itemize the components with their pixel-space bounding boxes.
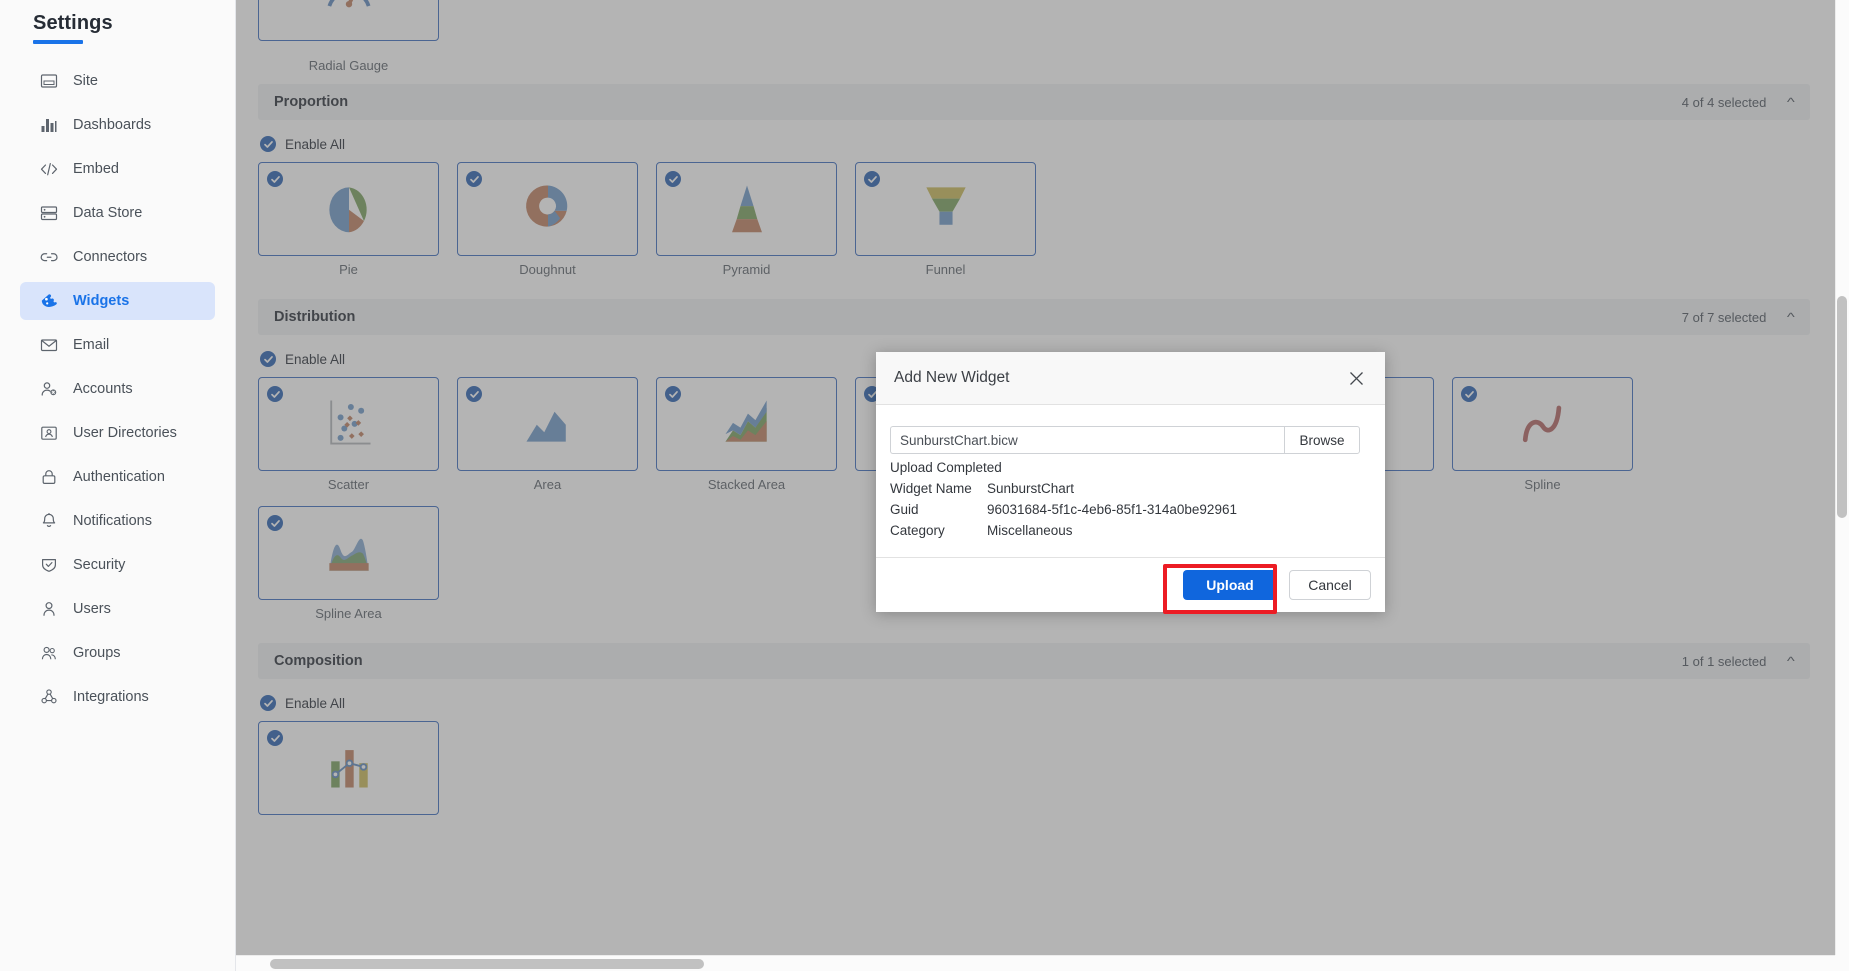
- shield-icon: [38, 556, 60, 574]
- sidebar-item-groups[interactable]: Groups: [20, 634, 215, 672]
- vertical-scrollbar-thumb[interactable]: [1837, 296, 1847, 518]
- sidebar-item-label: User Directories: [73, 425, 177, 441]
- settings-sidebar: Settings Site Dashboards Embed Data Store Co…: [0, 0, 236, 971]
- close-icon[interactable]: [1345, 367, 1367, 389]
- sidebar-item-label: Connectors: [73, 249, 148, 265]
- file-path-input[interactable]: [890, 426, 1284, 454]
- sidebar-item-label: Data Store: [73, 205, 143, 221]
- dialog-title: Add New Widget: [894, 369, 1010, 386]
- sidebar-item-label: Email: [73, 337, 110, 353]
- detail-key: Category: [890, 523, 945, 538]
- sidebar-item-label: Notifications: [73, 513, 152, 529]
- sidebar-item-site[interactable]: Site: [20, 62, 215, 100]
- browse-button[interactable]: Browse: [1284, 426, 1360, 454]
- sidebar-item-label: Users: [73, 601, 111, 617]
- detail-key: Widget Name: [890, 481, 972, 496]
- dashboards-icon: [38, 116, 60, 134]
- sidebar-item-notifications[interactable]: Notifications: [20, 502, 215, 540]
- vertical-scrollbar[interactable]: [1835, 0, 1849, 955]
- sidebar-item-accounts[interactable]: Accounts: [20, 370, 215, 408]
- upload-detail-row: Guid 96031684-5f1c-4eb6-85f1-314a0be92961: [890, 502, 1371, 517]
- sidebar-item-label: Authentication: [73, 469, 165, 485]
- sidebar-title: Settings: [33, 12, 113, 34]
- sidebar-item-label: Accounts: [73, 381, 133, 397]
- cancel-button[interactable]: Cancel: [1289, 570, 1371, 600]
- sidebar-nav-list: Site Dashboards Embed Data Store Connectors W…: [0, 62, 235, 716]
- sidebar-title-underline: [33, 40, 83, 44]
- add-new-widget-dialog: Add New Widget Browse Upload Completed W…: [876, 352, 1385, 612]
- scrollbar-corner: [1835, 955, 1849, 971]
- upload-detail-row: Category Miscellaneous: [890, 523, 1371, 538]
- sidebar-item-label: Integrations: [73, 689, 149, 705]
- horizontal-scrollbar-thumb[interactable]: [270, 959, 704, 969]
- accounts-icon: [38, 380, 60, 398]
- groups-icon: [38, 644, 60, 662]
- sidebar-item-label: Security: [73, 557, 126, 573]
- dialog-body: Browse Upload Completed Widget Name Sunbu…: [876, 405, 1385, 557]
- email-envelope-icon: [38, 336, 60, 354]
- site-icon: [38, 72, 60, 90]
- sidebar-item-label: Site: [73, 73, 98, 89]
- connectors-link-icon: [38, 248, 60, 266]
- upload-detail-row: Widget Name SunburstChart: [890, 481, 1371, 496]
- data-store-icon: [38, 204, 60, 222]
- sidebar-item-user-directories[interactable]: User Directories: [20, 414, 215, 452]
- detail-value: 96031684-5f1c-4eb6-85f1-314a0be92961: [987, 502, 1237, 517]
- sidebar-item-embed[interactable]: Embed: [20, 150, 215, 188]
- sidebar-item-connectors[interactable]: Connectors: [20, 238, 215, 276]
- detail-key: Guid: [890, 502, 919, 517]
- embed-code-icon: [38, 160, 60, 178]
- detail-value: SunburstChart: [987, 481, 1075, 496]
- upload-button[interactable]: Upload: [1183, 570, 1277, 600]
- widgets-icon: [38, 292, 60, 310]
- sidebar-item-data-store[interactable]: Data Store: [20, 194, 215, 232]
- sidebar-item-integrations[interactable]: Integrations: [20, 678, 215, 716]
- sidebar-item-label: Embed: [73, 161, 119, 177]
- sidebar-item-label: Widgets: [73, 293, 130, 309]
- app-root: Settings Site Dashboards Embed Data Store Co…: [0, 0, 1849, 971]
- file-picker-row: Browse: [890, 426, 1360, 454]
- sidebar-item-label: Groups: [73, 645, 121, 661]
- sidebar-item-widgets[interactable]: Widgets: [20, 282, 215, 320]
- bell-icon: [38, 512, 60, 530]
- dialog-footer: Upload Cancel: [876, 557, 1385, 612]
- lock-icon: [38, 468, 60, 486]
- dialog-header: Add New Widget: [876, 352, 1385, 405]
- sidebar-item-email[interactable]: Email: [20, 326, 215, 364]
- horizontal-scrollbar[interactable]: [236, 955, 1835, 971]
- sidebar-item-dashboards[interactable]: Dashboards: [20, 106, 215, 144]
- sidebar-item-security[interactable]: Security: [20, 546, 215, 584]
- user-icon: [38, 600, 60, 618]
- upload-details-list: Widget Name SunburstChart Guid 96031684-5f1…: [890, 481, 1371, 538]
- sidebar-item-users[interactable]: Users: [20, 590, 215, 628]
- upload-status-text: Upload Completed: [890, 460, 1002, 475]
- sidebar-item-authentication[interactable]: Authentication: [20, 458, 215, 496]
- user-directories-icon: [38, 424, 60, 442]
- integrations-icon: [38, 688, 60, 706]
- sidebar-item-label: Dashboards: [73, 117, 152, 133]
- detail-value: Miscellaneous: [987, 523, 1073, 538]
